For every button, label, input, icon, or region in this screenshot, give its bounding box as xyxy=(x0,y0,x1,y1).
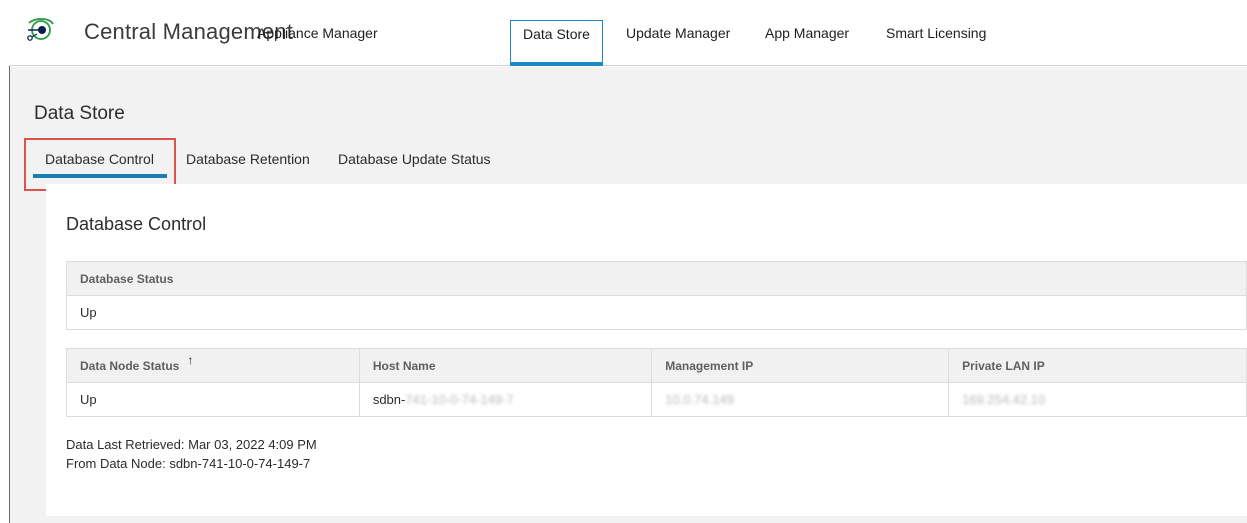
column-header-host-name[interactable]: Host Name xyxy=(358,348,653,383)
management-ip-cell: 10.0.74.149 xyxy=(651,382,950,417)
page-title: Data Store xyxy=(34,103,125,124)
nav-data-store-label: Data Store xyxy=(523,26,590,42)
from-data-node-text: From Data Node: sdbn-741-10-0-74-149-7 xyxy=(66,456,311,471)
column-header-management-ip[interactable]: Management IP xyxy=(651,348,950,383)
table-row: Up xyxy=(66,295,1247,330)
management-ip-redacted: 10.0.74.149 xyxy=(665,392,734,407)
private-lan-ip-cell: 169.254.42.10 xyxy=(948,382,1247,417)
nav-smart-licensing[interactable]: Smart Licensing xyxy=(886,25,986,41)
host-name-prefix: sdbn- xyxy=(372,392,406,407)
subtab-database-retention[interactable]: Database Retention xyxy=(186,151,310,167)
host-name-cell: sdbn-741-10-0-74-149-7 xyxy=(358,382,653,417)
table-row: Up sdbn-741-10-0-74-149-7 10.0.74.149 16… xyxy=(66,382,1247,417)
column-header-data-node-status[interactable]: Data Node Status ↑ xyxy=(66,348,360,383)
nav-update-manager[interactable]: Update Manager xyxy=(626,25,730,41)
host-name-redacted: 741-10-0-74-149-7 xyxy=(405,392,514,407)
active-subtab-indicator xyxy=(33,174,167,178)
cisco-orbit-logo-icon xyxy=(27,18,54,41)
active-nav-indicator xyxy=(510,62,603,66)
nav-app-manager[interactable]: App Manager xyxy=(765,25,849,41)
column-header-private-lan-ip[interactable]: Private LAN IP xyxy=(948,348,1247,383)
node-status-cell: Up xyxy=(66,382,360,417)
subtab-database-control[interactable]: Database Control xyxy=(45,151,154,167)
nav-data-store[interactable]: Data Store xyxy=(510,20,603,66)
panel-title: Database Control xyxy=(66,214,207,234)
subtab-database-update-status[interactable]: Database Update Status xyxy=(338,151,491,167)
nav-appliance-manager[interactable]: Appliance Manager xyxy=(257,25,378,41)
data-node-table: Data Node Status ↑ Host Name Management I… xyxy=(66,348,1247,417)
top-navigation-bar: Central Management Appliance Manager Dat… xyxy=(9,0,1247,66)
private-lan-ip-redacted: 169.254.42.10 xyxy=(962,392,1046,407)
last-retrieved-text: Data Last Retrieved: Mar 03, 2022 4:09 P… xyxy=(66,437,317,452)
database-status-value: Up xyxy=(66,295,1247,330)
database-status-table: Database Status Up xyxy=(66,261,1247,330)
database-status-header: Database Status xyxy=(66,261,1247,296)
column-label: Data Node Status xyxy=(80,358,180,373)
arrow-up-icon[interactable]: ↑ xyxy=(187,353,193,367)
